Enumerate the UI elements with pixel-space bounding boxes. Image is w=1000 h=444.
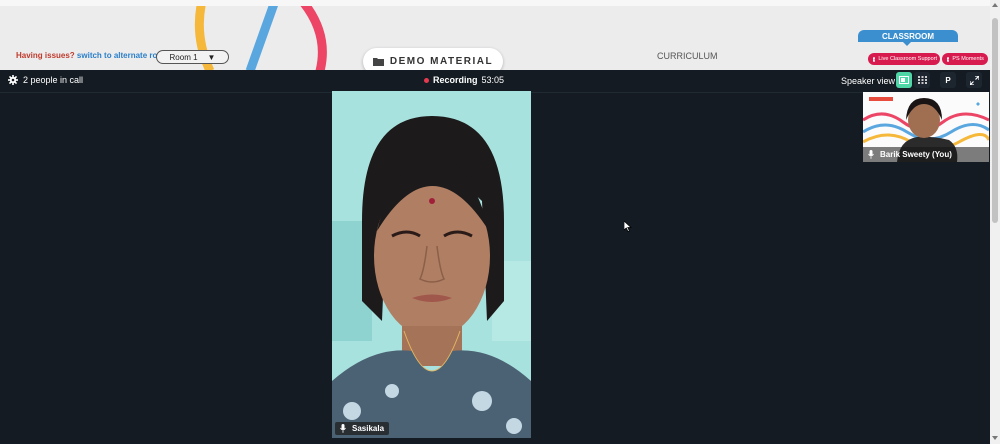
self-view-thumbnail[interactable]: Barik Sweety (You) bbox=[863, 92, 989, 162]
gear-icon[interactable] bbox=[8, 75, 18, 85]
classroom-tab-pointer bbox=[903, 42, 911, 46]
room-select[interactable]: Room 1 ▼ bbox=[156, 50, 229, 64]
ps-moments-button[interactable]: + PS Moments bbox=[942, 53, 988, 65]
demo-material-button[interactable]: DEMO MATERIAL bbox=[363, 48, 503, 70]
scroll-up-arrow-icon[interactable] bbox=[992, 3, 998, 7]
plus-icon: + bbox=[873, 56, 876, 62]
record-dot-icon bbox=[424, 77, 429, 83]
curriculum-tab[interactable]: CURRICULUM bbox=[657, 51, 718, 61]
recording-label: Recording bbox=[433, 75, 478, 85]
folder-icon bbox=[372, 58, 384, 66]
people-count: 2 people in call bbox=[8, 75, 83, 85]
issues-notice: Having issues? switch to alternate room bbox=[16, 51, 169, 60]
demo-material-label: DEMO MATERIAL bbox=[389, 56, 494, 67]
room-select-value: Room 1 bbox=[169, 52, 198, 62]
p-button[interactable]: P bbox=[940, 72, 956, 88]
speaker-view-icon bbox=[899, 76, 909, 84]
self-nametag: Barik Sweety (You) bbox=[863, 147, 989, 162]
mic-icon bbox=[340, 424, 346, 433]
main-participant-name: Sasikala bbox=[352, 424, 385, 433]
grid-view-icon bbox=[917, 76, 927, 84]
self-participant-name: Barik Sweety (You) bbox=[880, 150, 952, 159]
classroom-header: Having issues? switch to alternate room … bbox=[0, 6, 990, 70]
recording-time: 53:05 bbox=[481, 75, 505, 85]
mic-icon bbox=[868, 150, 874, 159]
view-mode-label: Speaker view bbox=[841, 76, 896, 86]
fullscreen-button[interactable] bbox=[966, 72, 982, 88]
scroll-down-arrow-icon[interactable] bbox=[992, 436, 998, 440]
main-participant-nametag: Sasikala bbox=[335, 422, 390, 435]
main-participant-video: Sasikala bbox=[332, 91, 531, 438]
speaker-view-button[interactable] bbox=[896, 72, 912, 88]
people-count-text: 2 people in call bbox=[23, 75, 84, 85]
recording-indicator: Recording 53:05 bbox=[424, 75, 504, 85]
plus-icon: + bbox=[947, 56, 950, 62]
mouse-cursor-icon bbox=[624, 221, 632, 232]
page-scrollbar[interactable] bbox=[990, 0, 1000, 444]
call-toolbar: 2 people in call Recording 53:05 Speaker… bbox=[0, 70, 990, 93]
live-support-button[interactable]: + Live Classroom Support bbox=[868, 53, 940, 65]
expand-icon bbox=[969, 75, 979, 85]
live-support-label: Live Classroom Support bbox=[878, 56, 938, 62]
scrollbar-thumb[interactable] bbox=[992, 18, 998, 223]
issues-text: Having issues? bbox=[16, 51, 75, 60]
video-call-area: 2 people in call Recording 53:05 Speaker… bbox=[0, 70, 990, 444]
ps-moments-label: PS Moments bbox=[952, 56, 984, 62]
chevron-down-icon: ▼ bbox=[207, 52, 216, 62]
grid-view-button[interactable] bbox=[914, 72, 930, 88]
classroom-tab[interactable]: CLASSROOM bbox=[858, 30, 958, 42]
participant-video-frame bbox=[332, 91, 531, 438]
